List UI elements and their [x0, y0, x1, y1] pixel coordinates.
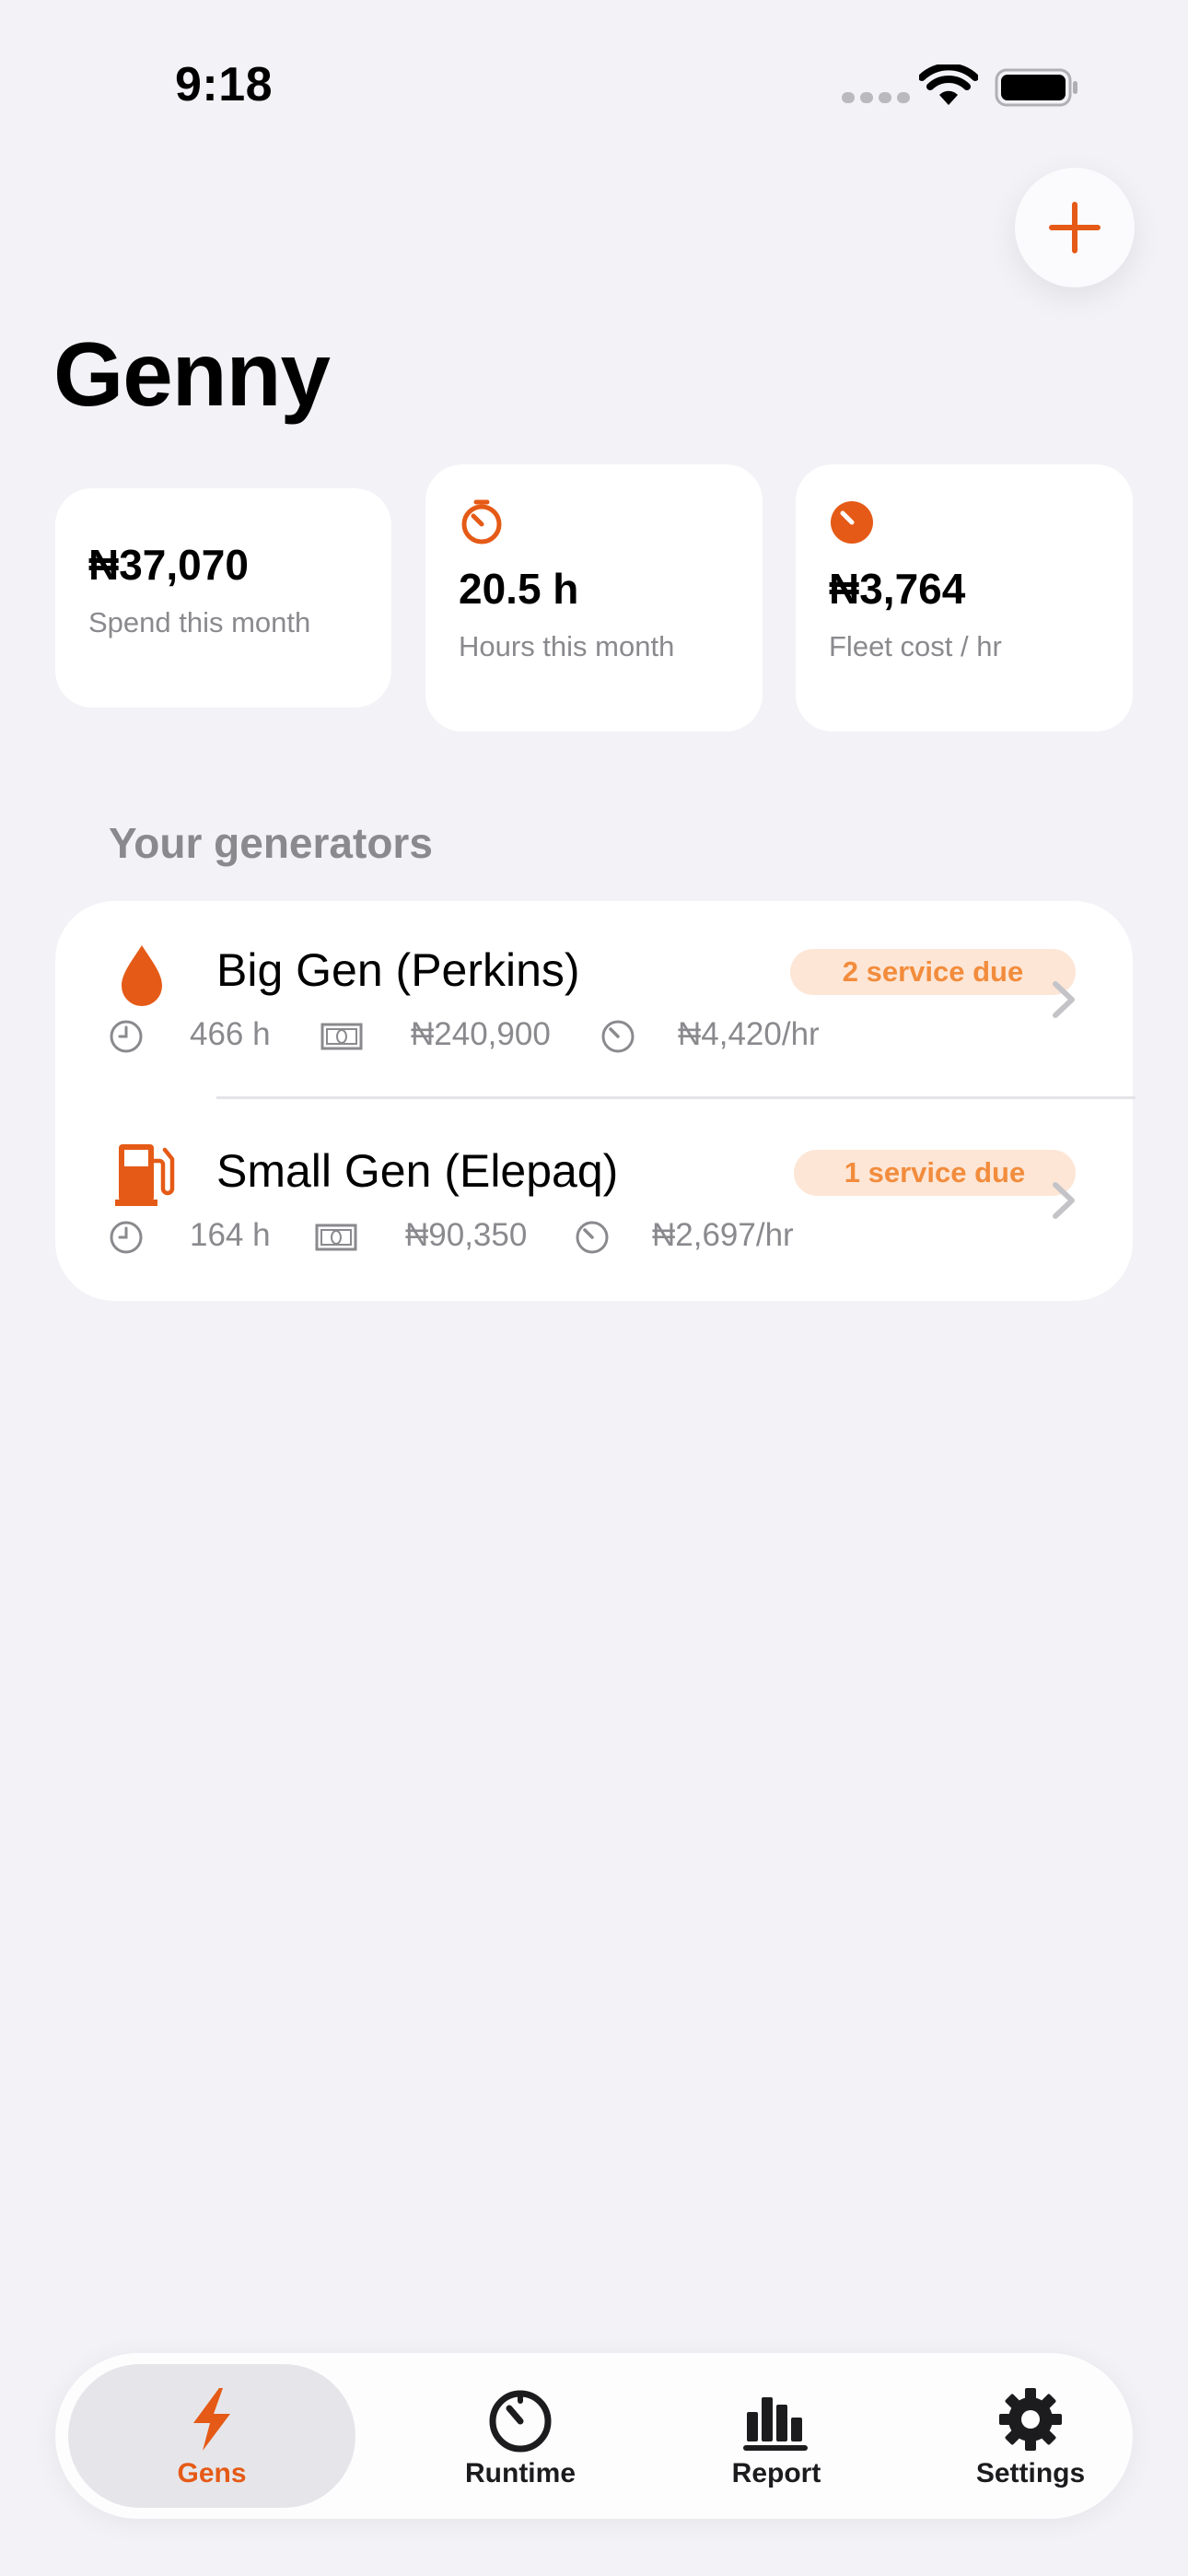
chevron-right-icon — [1053, 1182, 1075, 1219]
stat-card-hours: 20.5 h Hours this month — [425, 464, 763, 732]
generator-cost: ₦90,350 — [405, 1217, 528, 1253]
generator-cost: ₦240,900 — [411, 1016, 551, 1052]
gauge-icon — [601, 1020, 635, 1053]
banknote-icon — [315, 1224, 357, 1251]
clock-icon — [110, 1221, 143, 1254]
banknote-icon — [320, 1023, 363, 1050]
drop-icon — [122, 945, 162, 1006]
generators-screen: 9:18 Genny ₦37,070 Spend this month 20.5… — [0, 0, 1188, 2576]
stat-card-spend: ₦37,070 Spend this month — [55, 488, 391, 708]
service-due-badge: 1 service due — [794, 1150, 1076, 1196]
service-due-badge: 2 service due — [790, 949, 1076, 995]
tab-runtime[interactable]: Runtime — [387, 2364, 654, 2508]
fuel-pump-icon — [115, 1144, 175, 1206]
stat-value: ₦37,070 — [88, 541, 249, 589]
generator-hours: 164 h — [190, 1217, 271, 1253]
tab-label: Gens — [177, 2458, 247, 2488]
stat-value: ₦3,764 — [829, 565, 966, 613]
cellular-signal-icon — [842, 92, 910, 103]
status-time: 9:18 — [175, 58, 274, 111]
tab-label: Runtime — [465, 2458, 576, 2488]
generator-row-small-gen[interactable]: Small Gen (Elepaq) 1 service due 164 h ₦… — [55, 1102, 1133, 1303]
gear-icon — [999, 2388, 1062, 2451]
tab-label: Settings — [975, 2458, 1086, 2488]
bolt-icon — [193, 2388, 230, 2451]
add-generator-button[interactable] — [1015, 168, 1135, 287]
tab-report[interactable]: Report — [643, 2364, 910, 2508]
tab-settings[interactable]: Settings — [897, 2364, 1164, 2508]
generator-list: Big Gen (Perkins) 2 service due 466 h ₦2… — [55, 901, 1136, 1303]
wifi-icon — [919, 64, 978, 105]
generator-hours: 466 h — [190, 1016, 271, 1052]
generator-rate: ₦4,420/hr — [678, 1016, 820, 1052]
section-header: Your generators — [109, 819, 433, 867]
timer-icon — [461, 499, 502, 544]
stat-card-fleet-cost: ₦3,764 Fleet cost / hr — [796, 464, 1133, 732]
tab-bar: Gens Runtime Report Settings — [55, 2353, 1133, 2519]
generator-name: Small Gen (Elepaq) — [216, 1145, 619, 1197]
page-title: Genny — [53, 323, 331, 425]
generator-rate: ₦2,697/hr — [652, 1217, 794, 1253]
battery-icon — [995, 68, 1077, 107]
chart-bars-icon — [743, 2397, 808, 2451]
gauge-icon — [831, 501, 873, 544]
tab-gens[interactable]: Gens — [68, 2364, 355, 2508]
plus-icon — [1049, 202, 1101, 253]
stat-label: Hours this month — [459, 630, 675, 662]
tab-label: Report — [731, 2458, 821, 2488]
generator-row-big-gen[interactable]: Big Gen (Perkins) 2 service due 466 h ₦2… — [55, 901, 1136, 1102]
clock-icon — [110, 1020, 143, 1053]
stat-label: Fleet cost / hr — [829, 630, 1002, 662]
generator-name: Big Gen (Perkins) — [216, 944, 580, 996]
stat-label: Spend this month — [88, 606, 311, 638]
stat-value: 20.5 h — [459, 565, 579, 613]
timer-icon — [489, 2390, 552, 2453]
gauge-icon — [576, 1221, 609, 1254]
row-divider — [216, 1096, 1136, 1099]
chevron-right-icon — [1053, 981, 1075, 1018]
